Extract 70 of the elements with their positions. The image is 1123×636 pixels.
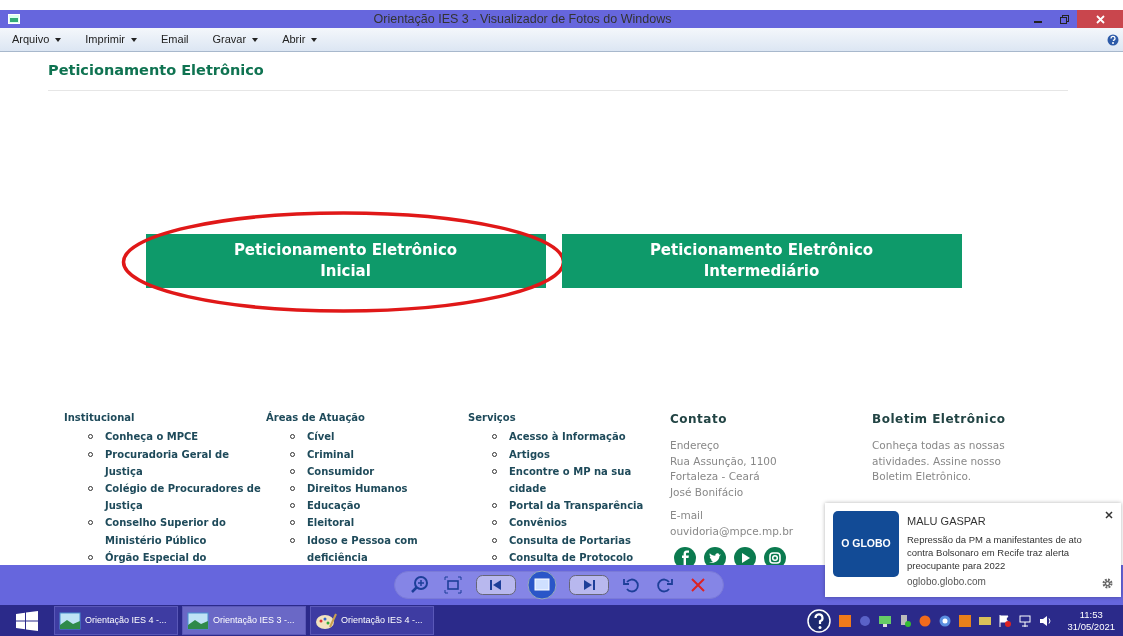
- facebook-icon[interactable]: [674, 547, 696, 565]
- footer-link[interactable]: Consumidor: [290, 462, 468, 480]
- flag-icon[interactable]: [999, 614, 1012, 627]
- footer-link[interactable]: Cível: [290, 428, 468, 446]
- footer-link[interactable]: Idoso e Pessoa com deficiência: [290, 531, 468, 565]
- settings-icon[interactable]: [1102, 578, 1113, 589]
- picture-icon: [59, 611, 81, 630]
- picture-icon: [187, 611, 209, 630]
- play-icon[interactable]: [734, 547, 756, 565]
- clock-time[interactable]: 11:53: [1067, 608, 1115, 621]
- footer-link[interactable]: Educação: [290, 497, 468, 515]
- close-button[interactable]: [1077, 10, 1123, 28]
- network-icon[interactable]: [1019, 614, 1032, 627]
- newsletter-title: Boletim Eletrônico: [872, 411, 1007, 429]
- footer-link[interactable]: Direitos Humanos: [290, 480, 468, 498]
- menu-item[interactable]: Email: [153, 31, 197, 48]
- slideshow-button[interactable]: [527, 570, 558, 600]
- contact-title: Contato: [670, 411, 728, 429]
- column-title: Áreas de Atuação: [266, 410, 366, 426]
- footer-link[interactable]: Consulta de Protocolo: [492, 548, 670, 565]
- app-icon: [8, 14, 20, 24]
- notification-text: Repressão da PM a manifestantes de ato contra Bolsonaro em Recife traz alerta preocupante para 2022: [907, 532, 1083, 572]
- next-button[interactable]: [568, 575, 609, 595]
- taskbar-button[interactable]: Orientação IES 4 -...: [310, 606, 434, 635]
- tray-icon[interactable]: [839, 614, 852, 627]
- close-icon: [1095, 14, 1105, 24]
- footer-link[interactable]: Conheça o MPCE: [88, 428, 266, 446]
- window-title: Orientação IES 3 - Visualizador de Fotos do Windows: [372, 10, 673, 28]
- monitor-icon[interactable]: [879, 614, 892, 627]
- footer-link[interactable]: Acesso à Informação: [492, 428, 670, 446]
- footer-link[interactable]: Artigos: [492, 445, 670, 463]
- newsletter-text: Conheça todas as nossas atividades. Assine nosso Boletim Eletrônico.: [872, 438, 1006, 485]
- restore-icon: [1059, 14, 1069, 24]
- footer-link[interactable]: Consulta de Portarias: [492, 531, 670, 549]
- column-title: Serviços: [468, 411, 517, 426]
- taskbar-button[interactable]: Orientação IES 3 -...: [182, 606, 306, 635]
- clock-date[interactable]: 31/05/2021: [1067, 620, 1115, 633]
- taskbar-button[interactable]: Orientação IES 4 -...: [54, 606, 178, 635]
- column-title: Institucional: [64, 411, 136, 426]
- footer-link[interactable]: Órgão Especial do: [88, 548, 266, 565]
- page-heading: Peticionamento Eletrônico: [48, 62, 265, 80]
- footer-link[interactable]: Convênios: [492, 514, 670, 532]
- news-logo: O GLOBO: [833, 511, 899, 577]
- footer-link[interactable]: Conselho Superior do Ministério Público: [88, 514, 266, 549]
- footer-link[interactable]: Colégio de Procuradores de Justiça: [88, 480, 266, 515]
- menu-dropdown[interactable]: Gravar: [204, 31, 267, 48]
- footer-link[interactable]: Portal da Transparência: [492, 497, 670, 515]
- contact-text: E-mail ouvidoria@mpce.mp.br: [670, 508, 795, 539]
- menu-dropdown[interactable]: Abrir: [274, 31, 326, 48]
- menu-dropdown[interactable]: Arquivo: [4, 31, 70, 48]
- footer-link[interactable]: Eleitoral: [290, 514, 468, 532]
- close-icon[interactable]: [1105, 511, 1113, 519]
- twitter-icon[interactable]: [704, 547, 726, 565]
- footer-link[interactable]: Procuradoria Geral de Justiça: [88, 445, 266, 480]
- speaker-icon[interactable]: [1039, 614, 1052, 627]
- footer-link[interactable]: Encontre o MP na sua cidade: [492, 462, 670, 498]
- footer-link[interactable]: Criminal: [290, 445, 468, 463]
- menu-dropdown[interactable]: Imprimir: [77, 31, 145, 48]
- tray-icon[interactable]: [959, 614, 972, 627]
- petition-button[interactable]: Peticionamento Eletrônico Inicial: [145, 234, 546, 289]
- contact-text: Endereço Rua Assunção, 1100 Fortaleza - Ceará José Bonifácio: [670, 438, 778, 500]
- petition-button[interactable]: Peticionamento Eletrônico Intermediário: [561, 234, 962, 289]
- notification-source: oglobo.globo.com: [907, 575, 987, 589]
- palette-icon: [315, 611, 337, 630]
- tray-icon[interactable]: [979, 614, 992, 627]
- previous-button[interactable]: [475, 575, 516, 595]
- start-icon[interactable]: [16, 610, 38, 631]
- help-icon[interactable]: [807, 608, 832, 633]
- notification-author: MALU GASPAR: [907, 514, 987, 529]
- help-icon[interactable]: [1107, 33, 1119, 46]
